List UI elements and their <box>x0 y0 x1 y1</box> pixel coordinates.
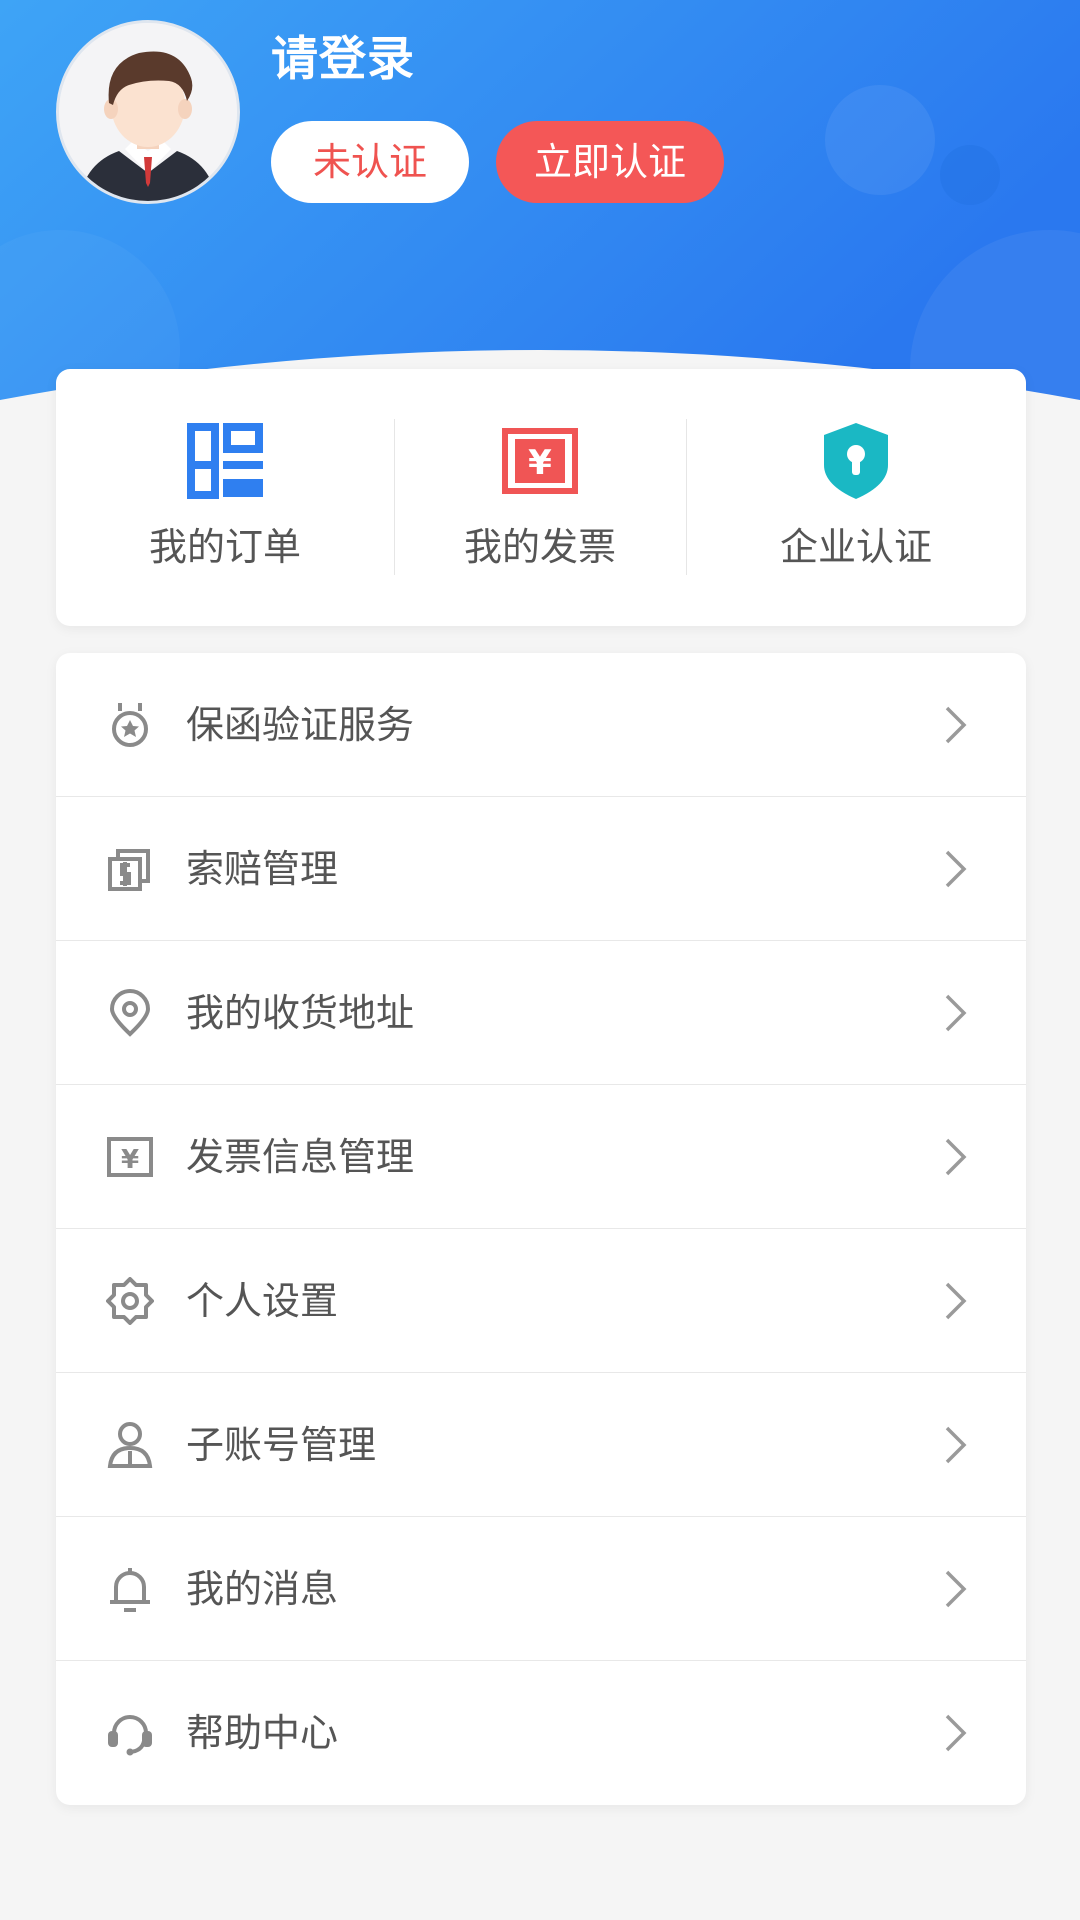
chevron-right-icon <box>944 1137 968 1177</box>
shield-lock-icon <box>816 421 896 501</box>
money-stack-icon <box>106 845 154 893</box>
menu-item-label: 索赔管理 <box>186 847 339 891</box>
menu-item-help-center[interactable]: 帮助中心 <box>56 1661 1026 1805</box>
my-invoices-label: 我的发票 <box>463 525 616 569</box>
menu-item-shipping-address[interactable]: 我的收货地址 <box>56 941 1026 1085</box>
location-pin-icon <box>106 989 154 1037</box>
avatar[interactable] <box>56 20 240 204</box>
enterprise-verification-label: 企业认证 <box>779 525 932 569</box>
menu-item-label: 我的收货地址 <box>186 991 415 1035</box>
menu-item-claims-management[interactable]: 索赔管理 <box>56 797 1026 941</box>
menu-item-label: 发票信息管理 <box>186 1135 415 1179</box>
gear-icon <box>106 1277 154 1325</box>
headset-icon <box>106 1709 154 1757</box>
chevron-right-icon <box>944 849 968 889</box>
svg-text:¥: ¥ <box>528 443 552 483</box>
quick-actions-card: 我的订单 ¥ 我的发票 企业认证 <box>56 369 1026 626</box>
menu-item-invoice-info[interactable]: ¥ 发票信息管理 <box>56 1085 1026 1229</box>
chevron-right-icon <box>944 1569 968 1609</box>
enterprise-verification-button[interactable]: 企业认证 <box>686 369 1026 626</box>
menu-item-label: 我的消息 <box>186 1567 339 1611</box>
invoice-icon: ¥ <box>106 1133 154 1181</box>
menu-item-label: 个人设置 <box>186 1279 339 1323</box>
chevron-right-icon <box>944 705 968 745</box>
menu-item-my-messages[interactable]: 我的消息 <box>56 1517 1026 1661</box>
menu-item-label: 保函验证服务 <box>186 703 415 747</box>
chevron-right-icon <box>944 993 968 1033</box>
svg-text:¥: ¥ <box>121 1145 139 1175</box>
login-title[interactable]: 请登录 <box>271 28 415 92</box>
menu-item-guarantee-verification[interactable]: 保函验证服务 <box>56 653 1026 797</box>
menu-item-label: 帮助中心 <box>186 1711 339 1755</box>
medal-icon <box>106 701 154 749</box>
menu-list: 保函验证服务 索赔管理 我的收货地址 ¥ 发票信息管理 个人设置 子账号管理 我… <box>56 653 1026 1805</box>
bell-icon <box>106 1565 154 1613</box>
my-invoices-button[interactable]: ¥ 我的发票 <box>394 369 686 626</box>
invoice-icon: ¥ <box>500 421 580 501</box>
chevron-right-icon <box>944 1281 968 1321</box>
my-orders-button[interactable]: 我的订单 <box>56 369 394 626</box>
user-icon <box>106 1421 154 1469</box>
verification-status-badge: 未认证 <box>271 121 469 203</box>
chevron-right-icon <box>944 1713 968 1753</box>
menu-item-personal-settings[interactable]: 个人设置 <box>56 1229 1026 1373</box>
verify-now-button[interactable]: 立即认证 <box>496 121 724 203</box>
my-orders-label: 我的订单 <box>148 525 301 569</box>
grid-icon <box>185 421 265 501</box>
menu-item-label: 子账号管理 <box>186 1423 377 1467</box>
chevron-right-icon <box>944 1425 968 1465</box>
menu-item-sub-accounts[interactable]: 子账号管理 <box>56 1373 1026 1517</box>
